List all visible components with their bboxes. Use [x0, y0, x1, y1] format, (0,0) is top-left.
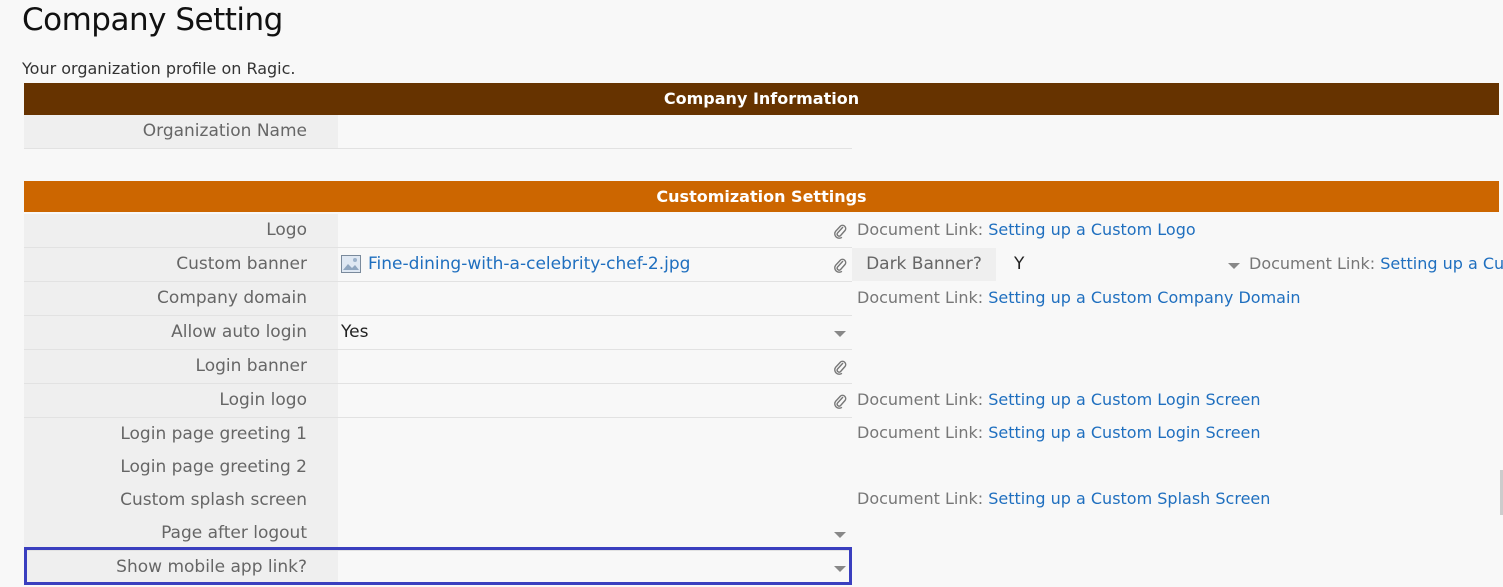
custom-banner-file-link[interactable]: Fine-dining-with-a-celebrity-chef-2.jpg: [368, 248, 690, 281]
section-header-customization-settings: Customization Settings: [24, 181, 1499, 212]
login-greeting-1-input[interactable]: [338, 418, 852, 451]
field-value: Yes: [341, 322, 369, 342]
field-page-after-logout: Page after logout: [24, 517, 852, 551]
field-custom-banner: Custom banner Fine-dining-with-a-celebri…: [24, 248, 852, 282]
field-label: Custom banner: [24, 248, 338, 281]
doc-link-prefix: Document Link:: [1249, 254, 1376, 273]
login-logo-upload-field[interactable]: [338, 384, 852, 417]
doc-link-prefix: Document Link:: [857, 220, 984, 239]
organization-name-input[interactable]: [338, 115, 852, 148]
paperclip-icon[interactable]: [833, 393, 847, 409]
section-header-company-information: Company Information: [24, 83, 1499, 115]
field-label: Login page greeting 1: [24, 418, 338, 451]
chevron-down-icon[interactable]: [834, 331, 846, 337]
field-label: Login banner: [24, 350, 338, 383]
field-label: Allow auto login: [24, 316, 338, 349]
field-organization-name: Organization Name: [24, 115, 852, 149]
doc-link-prefix: Document Link:: [857, 423, 984, 442]
doc-link-splash-anchor[interactable]: Setting up a Custom Splash Screen: [988, 489, 1270, 508]
doc-link-logo: Document Link: Setting up a Custom Logo: [857, 220, 1196, 239]
dark-banner-label: Dark Banner?: [852, 248, 996, 281]
allow-auto-login-select[interactable]: Yes: [338, 316, 852, 349]
doc-link-domain-anchor[interactable]: Setting up a Custom Company Domain: [988, 288, 1300, 307]
login-banner-upload-field[interactable]: [338, 350, 852, 383]
field-login-logo: Login logo: [24, 384, 852, 418]
chevron-down-icon[interactable]: [1228, 263, 1240, 269]
field-login-banner: Login banner: [24, 350, 852, 384]
doc-link-prefix: Document Link:: [857, 288, 984, 307]
doc-link-login-greeting: Document Link: Setting up a Custom Login…: [857, 423, 1261, 442]
highlight-box: [24, 547, 852, 585]
field-logo: Logo: [24, 214, 852, 248]
doc-link-banner-anchor[interactable]: Setting up a Cust: [1380, 254, 1503, 273]
page-title: Company Setting: [22, 2, 283, 38]
image-file-icon: [341, 255, 361, 273]
doc-link-login-logo-anchor[interactable]: Setting up a Custom Login Screen: [988, 390, 1260, 409]
field-label: Company domain: [24, 282, 338, 315]
logo-upload-field[interactable]: [338, 214, 852, 247]
field-label: Logo: [24, 214, 338, 247]
doc-link-login-logo: Document Link: Setting up a Custom Login…: [857, 390, 1261, 409]
chevron-down-icon[interactable]: [834, 532, 846, 538]
doc-link-logo-anchor[interactable]: Setting up a Custom Logo: [988, 220, 1195, 239]
doc-link-prefix: Document Link:: [857, 390, 984, 409]
dark-banner-select[interactable]: Y: [996, 248, 1244, 281]
doc-link-login-greeting-anchor[interactable]: Setting up a Custom Login Screen: [988, 423, 1260, 442]
doc-link-prefix: Document Link:: [857, 489, 984, 508]
field-login-greeting-1: Login page greeting 1: [24, 418, 852, 452]
login-greeting-2-input[interactable]: [338, 451, 852, 484]
custom-splash-input[interactable]: [338, 484, 852, 517]
field-company-domain: Company domain: [24, 282, 852, 316]
field-login-greeting-2: Login page greeting 2: [24, 451, 852, 485]
page-subtitle: Your organization profile on Ragic.: [22, 59, 296, 78]
paperclip-icon[interactable]: [833, 257, 847, 273]
field-custom-splash: Custom splash screen: [24, 484, 852, 518]
field-label: Login page greeting 2: [24, 451, 338, 484]
doc-link-domain: Document Link: Setting up a Custom Compa…: [857, 288, 1301, 307]
doc-link-splash: Document Link: Setting up a Custom Splas…: [857, 489, 1270, 508]
field-allow-auto-login: Allow auto login Yes: [24, 316, 852, 350]
field-label: Page after logout: [24, 517, 338, 550]
custom-banner-upload-field[interactable]: Fine-dining-with-a-celebrity-chef-2.jpg: [338, 248, 852, 281]
field-label: Custom splash screen: [24, 484, 338, 517]
doc-link-banner: Document Link: Setting up a Cust: [1249, 254, 1503, 273]
field-label: Login logo: [24, 384, 338, 417]
page-after-logout-select[interactable]: [338, 517, 852, 550]
field-label: Organization Name: [24, 115, 338, 148]
company-domain-input[interactable]: [338, 282, 852, 315]
dark-banner-value: Y: [1014, 254, 1025, 274]
paperclip-icon[interactable]: [833, 223, 847, 239]
paperclip-icon[interactable]: [833, 359, 847, 375]
